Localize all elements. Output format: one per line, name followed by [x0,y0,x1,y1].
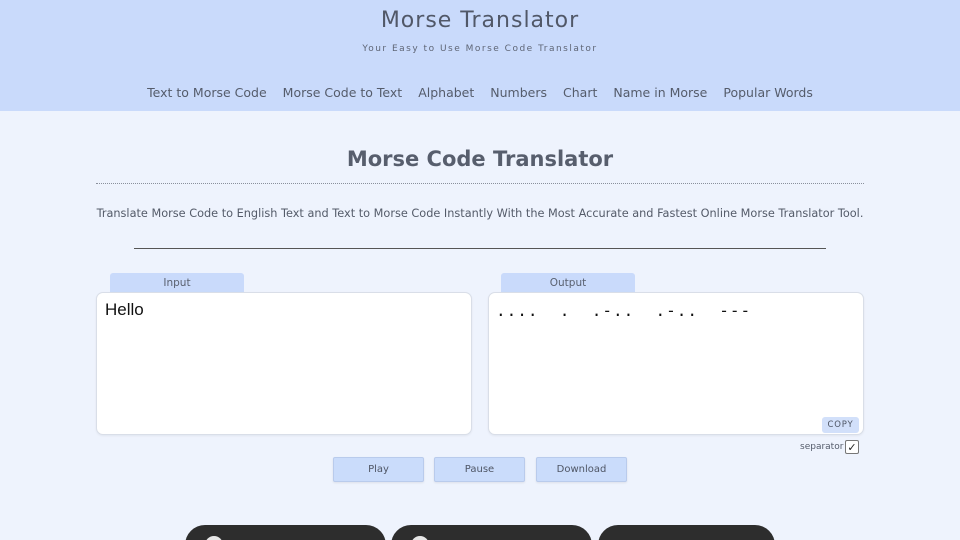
page-title: Morse Code Translator [346,147,614,171]
output-textarea[interactable]: .... . .-.. .-.. --- COPY [488,292,864,435]
separator-checkbox[interactable]: ✓ [845,440,859,454]
app-store-badge[interactable] [185,525,386,540]
copy-button[interactable]: COPY [822,417,859,433]
pause-button[interactable]: Pause [434,457,525,482]
play-store-icon [411,536,429,540]
input-value[interactable]: Hello [105,300,144,320]
nav-name-in-morse[interactable]: Name in Morse [613,85,707,100]
nav-numbers[interactable]: Numbers [490,85,547,100]
nav-chart[interactable]: Chart [563,85,597,100]
play-button[interactable]: Play [333,457,424,482]
main-nav: Text to Morse Code Morse Code to Text Al… [0,85,960,100]
extension-badge[interactable] [598,525,775,540]
site-title[interactable]: Morse Translator [0,8,960,33]
site-header: Morse Translator Your Easy to Use Morse … [0,0,960,111]
nav-popular-words[interactable]: Popular Words [723,85,812,100]
page-description: Translate Morse Code to English Text and… [96,207,864,220]
dotted-divider [96,183,864,184]
input-textarea[interactable]: Hello [96,292,472,435]
download-button[interactable]: Download [536,457,627,482]
nav-alphabet[interactable]: Alphabet [418,85,474,100]
site-tagline: Your Easy to Use Morse Code Translator [362,44,598,54]
separator-label: separator [800,442,844,452]
nav-morse-to-text[interactable]: Morse Code to Text [283,85,403,100]
google-play-badge[interactable] [391,525,592,540]
nav-text-to-morse[interactable]: Text to Morse Code [147,85,267,100]
output-label: Output [501,273,635,293]
solid-divider [134,248,826,249]
apple-icon [205,536,223,540]
input-label: Input [110,273,244,293]
output-value: .... . .-.. .-.. --- [496,301,752,320]
